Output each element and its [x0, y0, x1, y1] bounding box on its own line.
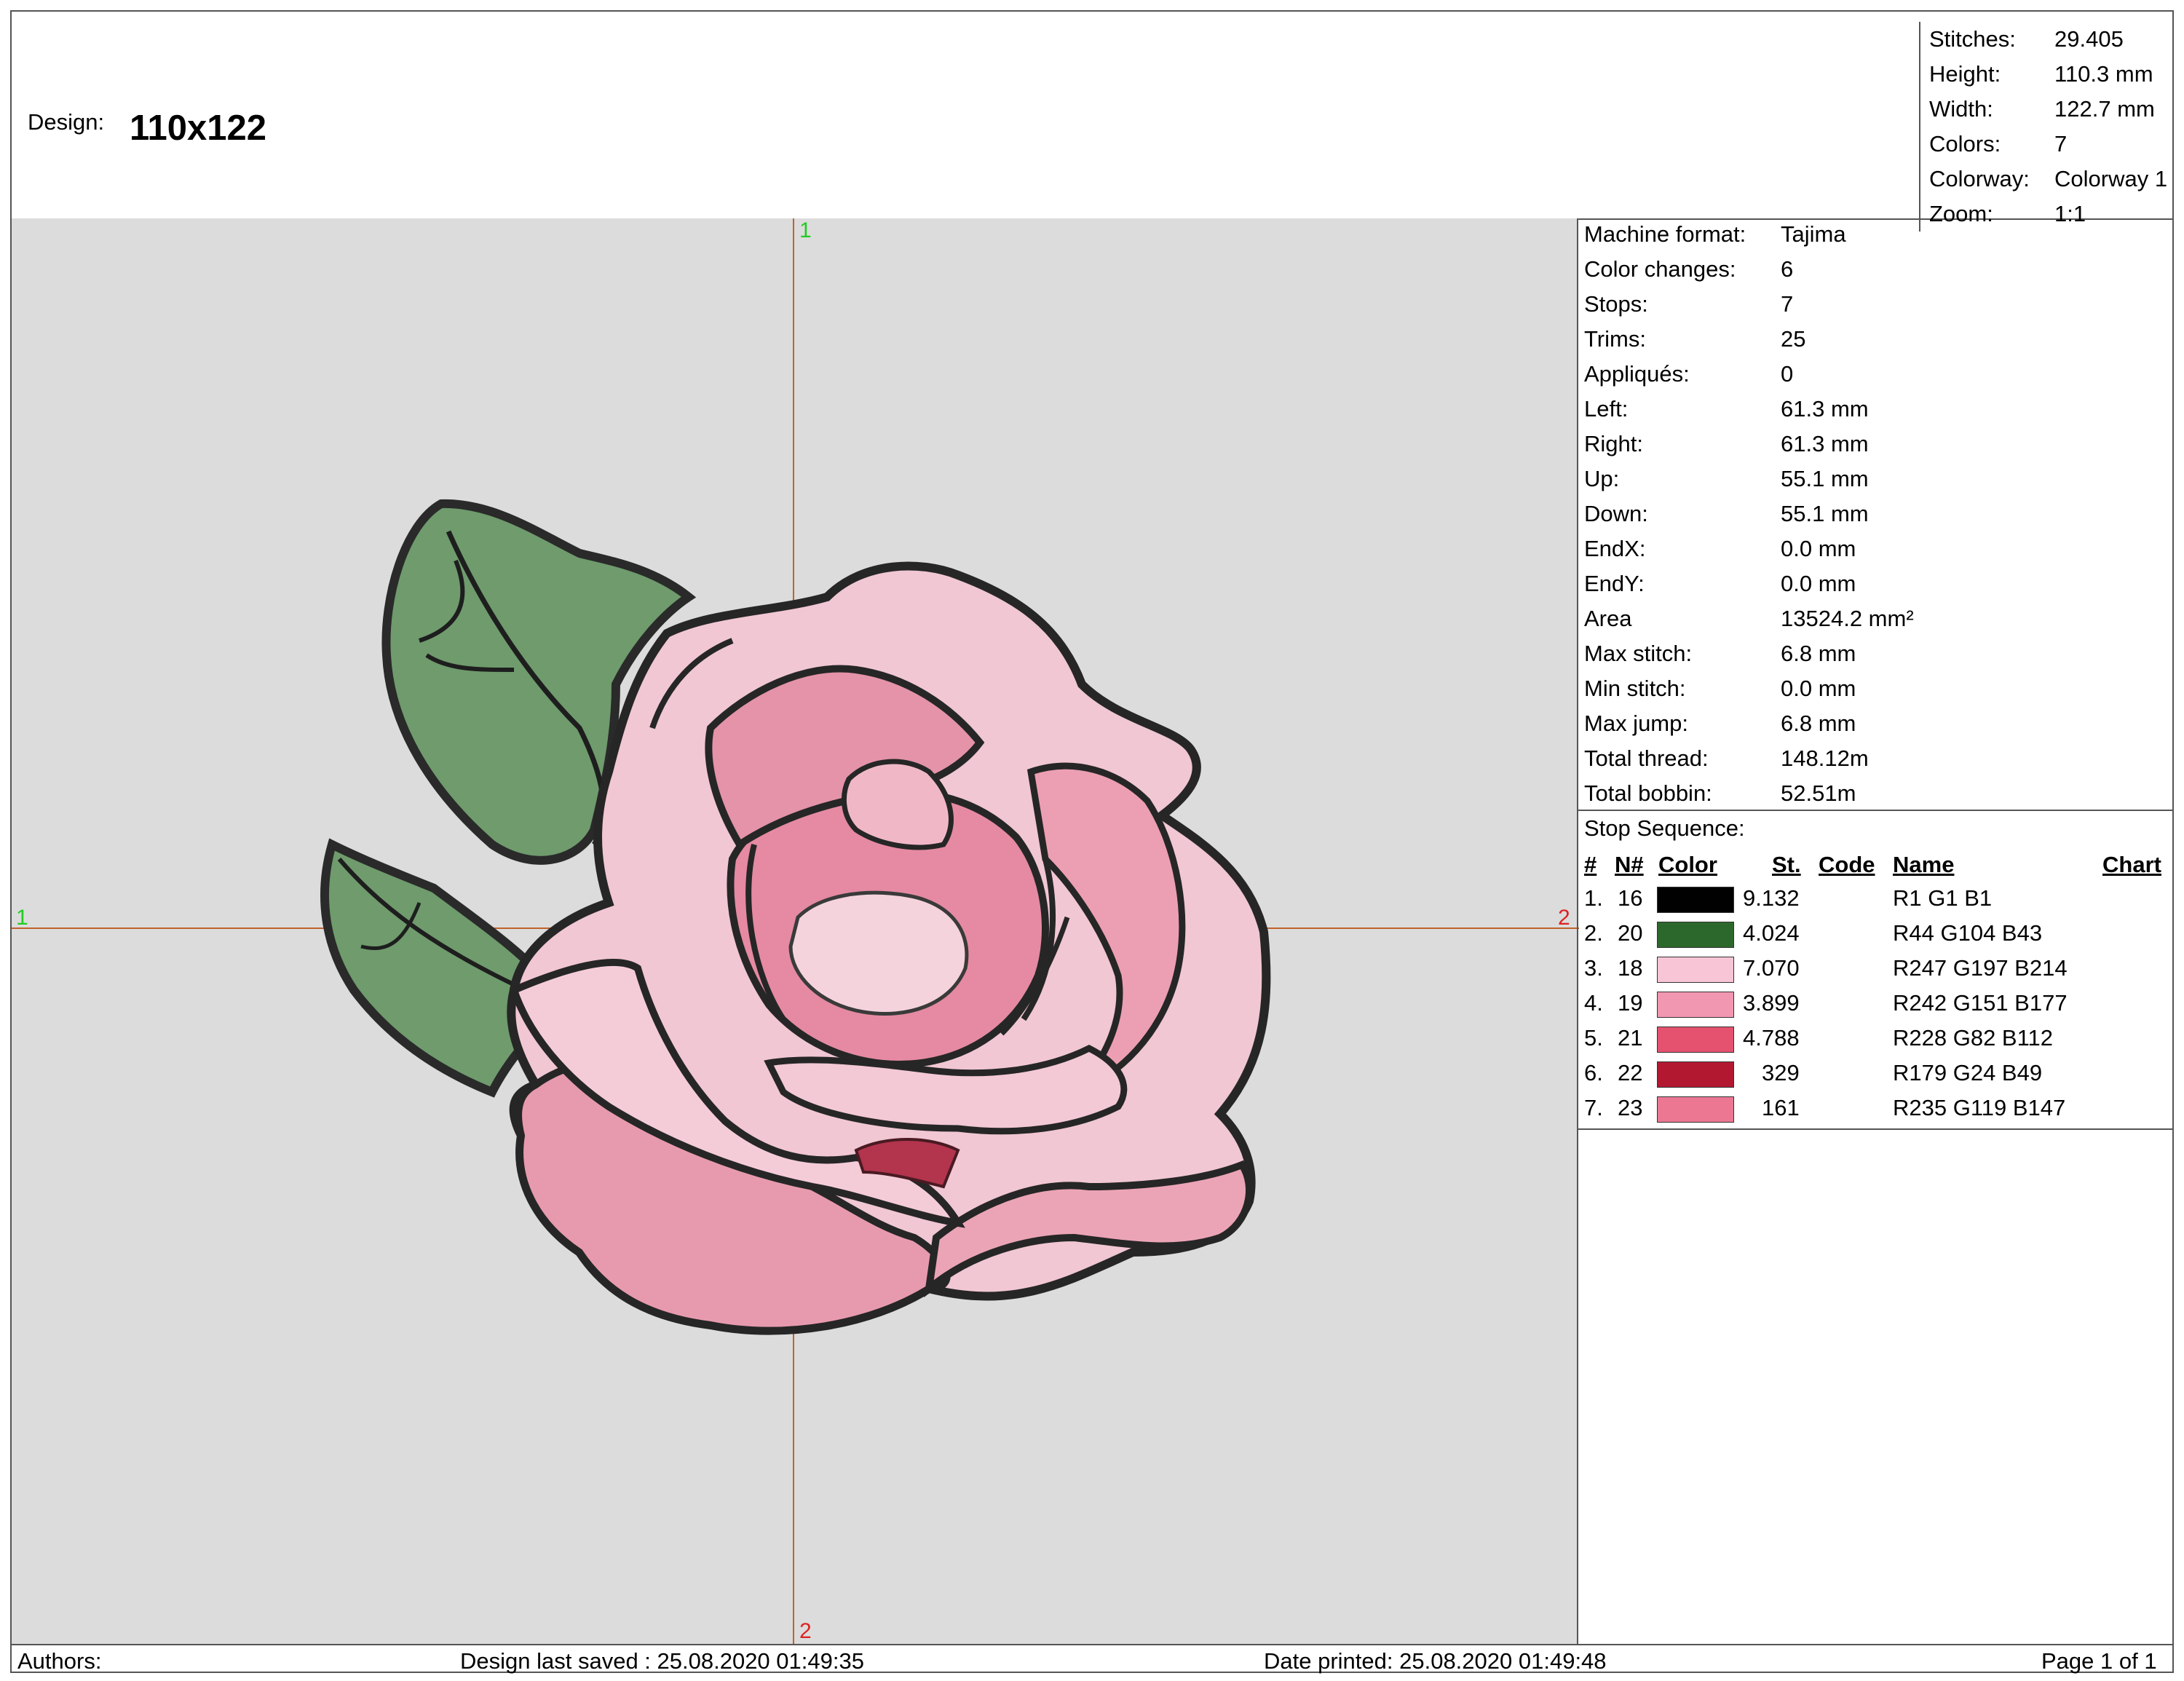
- design-label: Design:: [28, 109, 105, 135]
- info-row: Max jump: 6.8 mm: [1584, 711, 1856, 736]
- col-header-num: #: [1584, 852, 1597, 877]
- table-row: 1. 16 9.132 R1 G1 B1: [1578, 882, 2174, 916]
- col-header-stitches: St.: [1772, 852, 1801, 877]
- table-row: 2. 20 4.024 R44 G104 B43: [1578, 917, 2174, 951]
- summary-panel: Stitches: 29.405 Height: 110.3 mm Width: 12…: [1919, 22, 2184, 232]
- info-row: Appliqués: 0: [1584, 361, 1794, 387]
- divider: [1578, 810, 2174, 811]
- info-row: Total bobbin: 52.51m: [1584, 780, 1856, 806]
- info-row: Trims: 25: [1584, 326, 1806, 352]
- info-row: Down: 55.1 mm: [1584, 501, 1869, 526]
- info-row: EndX: 0.0 mm: [1584, 536, 1856, 561]
- design-name: 110x122: [130, 108, 267, 148]
- design-header: Design: 110x122 Stitches: 29.405 Height: 1…: [10, 10, 2174, 232]
- info-row: Area 13524.2 mm²: [1584, 606, 1914, 631]
- info-row: EndY: 0.0 mm: [1584, 571, 1856, 596]
- stop-sequence-title: Stop Sequence:: [1584, 815, 1745, 841]
- axis-marker-top: 1: [799, 218, 812, 242]
- info-row: Right: 61.3 mm: [1584, 431, 1869, 456]
- color-swatch: [1657, 922, 1734, 948]
- axis-marker-right: 2: [1558, 906, 1570, 930]
- axis-marker-left: 1: [16, 906, 28, 930]
- info-row: Machine format: Tajima: [1584, 221, 1846, 247]
- axis-marker-bottom: 2: [799, 1619, 812, 1643]
- summary-row-colorway: Colorway: Colorway 1: [1929, 166, 2168, 191]
- col-header-n: N#: [1615, 852, 1644, 877]
- divider: [1578, 1128, 2174, 1130]
- date-printed: Date printed: 25.08.2020 01:49:48: [1264, 1648, 1607, 1674]
- col-header-name: Name: [1893, 852, 1955, 877]
- table-row: 6. 22 329 R179 G24 B49: [1578, 1057, 2174, 1091]
- table-row: 5. 21 4.788 R228 G82 B112: [1578, 1022, 2174, 1056]
- color-swatch: [1657, 1061, 1734, 1088]
- info-row: Left: 61.3 mm: [1584, 396, 1869, 422]
- summary-row-height: Height: 110.3 mm: [1929, 61, 2153, 87]
- authors-label: Authors:: [17, 1648, 102, 1674]
- summary-row-stitches: Stitches: 29.405: [1929, 26, 2124, 52]
- color-swatch: [1657, 992, 1734, 1018]
- summary-row-width: Width: 122.7 mm: [1929, 96, 2155, 122]
- page-number: Page 1 of 1: [2041, 1648, 2157, 1674]
- info-row: Max stitch: 6.8 mm: [1584, 641, 1856, 666]
- table-row: 4. 19 3.899 R242 G151 B177: [1578, 987, 2174, 1021]
- color-swatch: [1657, 1027, 1734, 1053]
- machine-info-panel: Machine format: Tajima Color changes: 6 St…: [1577, 218, 2174, 1645]
- color-swatch: [1657, 957, 1734, 983]
- info-row: Up: 55.1 mm: [1584, 466, 1869, 491]
- summary-row-colors: Colors: 7: [1929, 131, 2068, 157]
- col-header-color: Color: [1658, 852, 1717, 877]
- design-last-saved: Design last saved : 25.08.2020 01:49:35: [460, 1648, 864, 1674]
- info-row: Total thread: 148.12m: [1584, 745, 1869, 771]
- col-header-chart: Chart: [2102, 852, 2161, 877]
- color-swatch: [1657, 887, 1734, 913]
- rose-embroidery-preview: 1 1 2 2: [12, 218, 1579, 1644]
- info-row: Color changes: 6: [1584, 256, 1794, 282]
- info-row: Stops: 7: [1584, 291, 1794, 317]
- table-row: 3. 18 7.070 R247 G197 B214: [1578, 952, 2174, 986]
- color-swatch: [1657, 1096, 1734, 1123]
- col-header-code: Code: [1819, 852, 1875, 877]
- design-canvas[interactable]: 1 1 2 2: [10, 218, 1579, 1645]
- page-footer: Authors: Design last saved : 25.08.2020 …: [10, 1644, 2174, 1674]
- info-row: Min stitch: 0.0 mm: [1584, 676, 1856, 701]
- table-row: 7. 23 161 R235 G119 B147: [1578, 1092, 2174, 1126]
